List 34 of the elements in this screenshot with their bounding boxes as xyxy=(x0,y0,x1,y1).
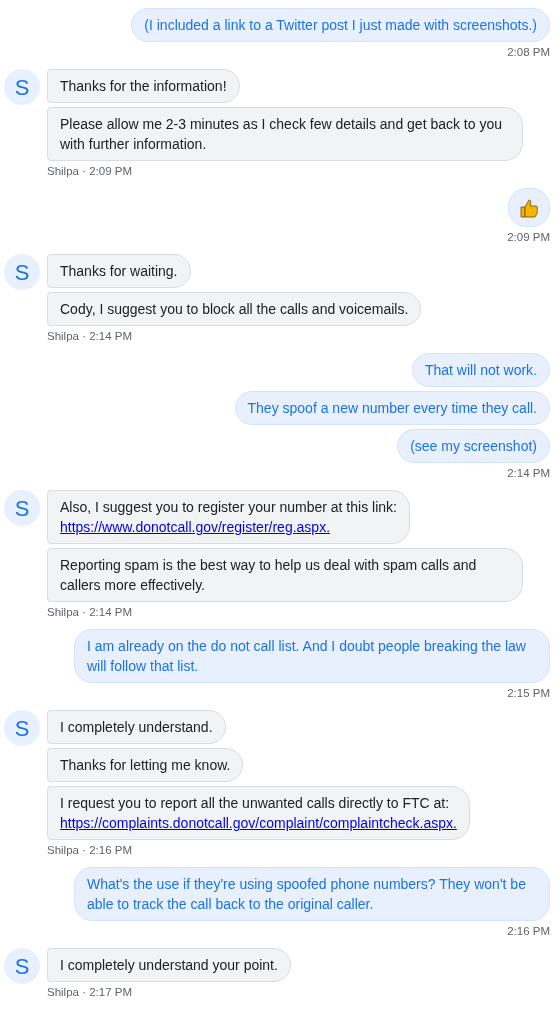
sender-timestamp: Shilpa · 2:17 PM xyxy=(47,986,132,1000)
timestamp: 2:15 PM xyxy=(507,687,550,701)
message-bubble: That will not work. xyxy=(411,353,550,388)
message-link[interactable]: https://complaints.donotcall.gov/complaint/complaintcheck.aspx. xyxy=(60,815,457,832)
avatar: S xyxy=(4,490,40,527)
avatar: S xyxy=(4,710,40,747)
message-bubble: I completely understand your point. xyxy=(47,948,291,983)
timestamp: 2:14 PM xyxy=(507,467,550,481)
message-bubble: Thanks for letting me know. xyxy=(47,748,244,783)
timestamp: 2:16 PM xyxy=(507,925,550,939)
message-bubble: Please allow me 2-3 minutes as I check few details and get back to you with further information. xyxy=(47,107,523,161)
message-bubble: (see my screenshot) xyxy=(397,429,550,464)
message-bubble: They spoof a new number every time they call. xyxy=(234,391,550,426)
message-bubble: Reporting spam is the best way to help us deal with spam calls and callers more effectively. xyxy=(47,548,523,603)
message-bubble: Thanks for the information! xyxy=(47,69,240,103)
timestamp: 2:08 PM xyxy=(507,46,550,59)
avatar: S xyxy=(4,69,40,105)
avatar: S xyxy=(4,948,40,985)
sender-timestamp: Shilpa · 2:14 PM xyxy=(47,330,132,344)
avatar: S xyxy=(4,254,40,291)
message-bubble: What's the use if they're using spoofed phone numbers? They won't be able to track the call back to the original caller. xyxy=(74,867,550,922)
message-bubble: (I included a link to a Twitter post I just made with screenshots.) xyxy=(131,8,550,42)
message-link[interactable]: https://www.donotcall.gov/register/reg.aspx. xyxy=(60,519,331,536)
message-bubble: I am already on the do not call list. And I doubt people breaking the law will follow that list. xyxy=(74,629,550,684)
timestamp: 2:09 PM xyxy=(507,231,550,245)
message-bubble: I completely understand. xyxy=(47,710,226,745)
message-text: Also, I suggest you to register your number at this link: xyxy=(60,499,397,516)
message-text: I request you to report all the unwanted calls directly to FTC at: xyxy=(60,795,450,812)
message-bubble: Thanks for waiting. xyxy=(47,254,191,289)
message-bubble: Cody, I suggest you to block all the calls and voicemails. xyxy=(47,292,422,327)
thumbs-up-icon xyxy=(519,198,539,219)
sender-timestamp: Shilpa · 2:14 PM xyxy=(47,606,132,620)
sender-timestamp: Shilpa · 2:16 PM xyxy=(47,844,132,858)
sender-timestamp: Shilpa · 2:09 PM xyxy=(47,165,132,178)
